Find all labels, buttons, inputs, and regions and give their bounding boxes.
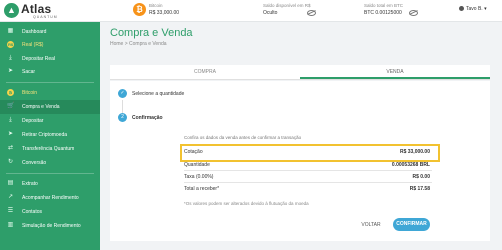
send-icon: ➤: [7, 68, 14, 74]
send-icon: ➤: [7, 131, 14, 137]
sidebar-item-acompanhar-rendimento[interactable]: ↗ Acompanhar Rendimento: [0, 191, 100, 205]
btc-balance-label: Saldo total em BTC: [364, 3, 404, 8]
sidebar-divider: [6, 82, 94, 83]
top-bar: ▲ Atlas QUANTUM ₿ Bitcoin R$ 33,000.00 S…: [0, 0, 502, 22]
grid-icon: ▦: [7, 28, 14, 34]
sidebar: ▦ Dashboard R$ Real (R$) ⤓ Depositar Real ➤…: [0, 22, 100, 250]
tab-bar: COMPRA VENDA: [110, 65, 490, 80]
bitcoin-icon: ₿: [133, 3, 146, 16]
real-coin-icon: R$: [7, 41, 14, 48]
refresh-icon: ↻: [7, 159, 14, 165]
bitcoin-price-label: Bitcoin: [149, 3, 163, 8]
total-value: R$ 17.58: [409, 186, 430, 192]
step-1-check-icon: ✓: [118, 89, 127, 98]
sale-card: ✓ Selecione a quantidade 2 Confirmação C…: [110, 81, 490, 241]
divider: [184, 182, 432, 183]
page-title: Compra e Venda: [110, 27, 193, 39]
transfer-icon: ⇄: [7, 145, 14, 151]
brand-name: Atlas: [21, 2, 52, 16]
sidebar-divider: [6, 173, 94, 174]
calculator-icon: ▥: [7, 222, 14, 228]
sidebar-item-real[interactable]: R$ Real (R$): [0, 38, 100, 52]
sidebar-item-simulacao-de-rendimento[interactable]: ▥ Simulação de Rendimento: [0, 219, 100, 233]
atlas-logo-icon: ▲: [4, 3, 19, 18]
eye-off-icon[interactable]: [409, 10, 418, 16]
total-row: Total a receber* R$ 17.58: [184, 186, 430, 192]
brand-tagline: QUANTUM: [33, 15, 58, 19]
statement-icon: ▤: [7, 180, 14, 186]
fee-row: Taxa (0.00%) R$ 0.00: [184, 174, 430, 180]
quantity-row: Quantidade 0.00053268 BRL: [184, 162, 430, 168]
fee-value: R$ 0.00: [412, 174, 430, 180]
step-1-label: Selecione a quantidade: [132, 91, 185, 97]
divider: [184, 170, 432, 171]
fluctuation-note: *Os valores podem ser alterados devido à…: [184, 201, 309, 206]
step-2-number: 2: [118, 113, 127, 122]
download-icon: ⤓: [9, 117, 12, 123]
confirmation-instruction: Confira os dados da venda antes de confi…: [184, 135, 302, 140]
quantity-label: Quantidade: [184, 162, 210, 168]
sidebar-item-conversao[interactable]: ↻ Conversão: [0, 156, 100, 170]
deposit-icon: ⤓: [9, 55, 12, 61]
brl-balance: Saldo disponível em R$ Oculto: [263, 3, 311, 16]
tab-venda[interactable]: VENDA: [300, 65, 490, 79]
bitcoin-price-value: R$ 33,000.00: [149, 10, 180, 16]
eye-off-icon[interactable]: [307, 10, 316, 16]
total-label: Total a receber*: [184, 186, 220, 192]
sidebar-item-dashboard[interactable]: ▦ Dashboard: [0, 25, 100, 39]
brl-balance-label: Saldo disponível em R$: [263, 3, 311, 8]
sidebar-item-depositar-real[interactable]: ⤓ Depositar Real: [0, 52, 100, 66]
quantity-value: 0.00053268 BRL: [391, 162, 430, 168]
atlas-logo[interactable]: ▲ Atlas QUANTUM: [4, 2, 74, 20]
user-icon: [459, 6, 464, 12]
sidebar-item-extrato[interactable]: ▤ Extrato: [0, 177, 100, 191]
chart-icon: ↗: [7, 194, 14, 200]
sidebar-item-transferencia-quantum[interactable]: ⇄ Transferência Quantum: [0, 142, 100, 156]
step-connector: [122, 100, 123, 113]
sidebar-item-compra-e-venda[interactable]: 🛒 Compra e Venda: [0, 100, 100, 114]
fee-label: Taxa (0.00%): [184, 174, 214, 180]
back-button[interactable]: VOLTAR: [358, 220, 384, 231]
brl-balance-value: Oculto: [263, 10, 278, 16]
tab-compra[interactable]: COMPRA: [110, 65, 300, 79]
confirm-button[interactable]: CONFIRMAR: [393, 218, 430, 231]
quote-label: Cotação: [184, 149, 203, 155]
quote-value: R$ 33,000.00: [399, 149, 430, 155]
quote-row: Cotação R$ 33,000.00: [184, 149, 430, 155]
step-2-label: Confirmação: [132, 115, 163, 121]
contacts-icon: ☰: [7, 208, 14, 214]
cart-icon: 🛒: [7, 103, 15, 109]
user-menu[interactable]: Tavo B. ▾: [459, 6, 487, 12]
sidebar-item-bitcoin[interactable]: ₿ Bitcoin: [0, 86, 100, 100]
sidebar-item-depositar[interactable]: ⤓ Depositar: [0, 114, 100, 128]
btc-balance: Saldo total em BTC BTC 0.00125000: [364, 3, 403, 16]
btc-balance-value: BTC 0.00125000: [364, 10, 402, 16]
sidebar-item-retirar-criptomoeda[interactable]: ➤ Retirar Criptomoeda: [0, 128, 100, 142]
user-name: Tavo B.: [466, 6, 483, 12]
breadcrumb[interactable]: Home > Compra e Venda: [110, 41, 167, 47]
bitcoin-coin-icon: ₿: [7, 89, 14, 96]
bitcoin-price: Bitcoin R$ 33,000.00: [149, 3, 179, 16]
sidebar-item-contatos[interactable]: ☰ Contatos: [0, 205, 100, 219]
sidebar-item-sacar[interactable]: ➤ Sacar: [0, 65, 100, 79]
